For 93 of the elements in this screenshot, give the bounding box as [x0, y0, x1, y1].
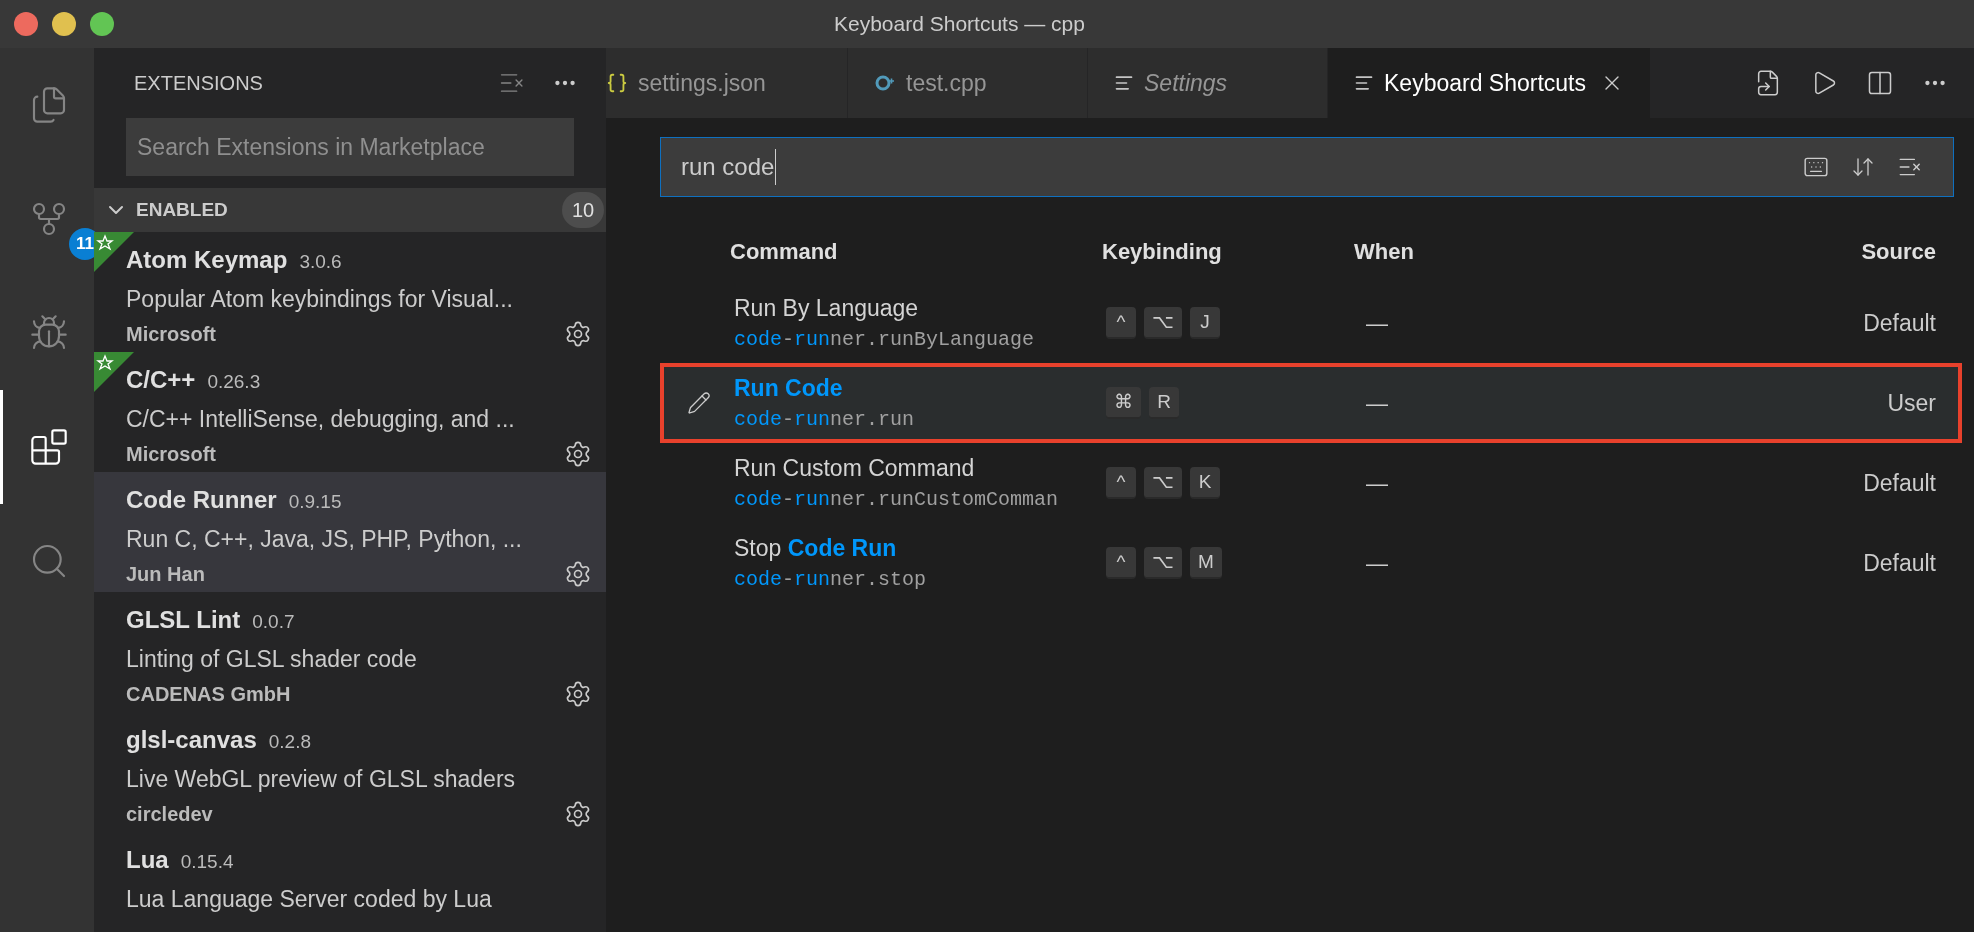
source-cell-text: Default [1863, 548, 1936, 578]
settings-icon[interactable] [564, 799, 592, 828]
extension-item[interactable]: glsl-canvas 0.2.8 Live WebGL preview of GLSL shaders circledev [94, 712, 606, 832]
extension-name: glsl-canvas [126, 725, 257, 755]
extension-version: 3.0.6 [299, 250, 342, 274]
count-badge: 10 [562, 192, 604, 228]
extension-version: 0.0.7 [252, 610, 295, 634]
lines-icon [1354, 73, 1374, 93]
key-cap: J [1190, 307, 1220, 339]
extension-description: Live WebGL preview of GLSL shaders [126, 765, 517, 794]
keybinding-search-field[interactable]: run code [660, 137, 1954, 197]
edit-icon[interactable] [687, 391, 711, 415]
settings-icon[interactable] [564, 439, 592, 468]
extension-item[interactable]: GLSL Lint 0.0.7 Linting of GLSL shader code CADENAS GmbH [94, 592, 606, 712]
window-title: Keyboard Shortcuts — cpp [834, 11, 1085, 38]
extension-publisher: CADENAS GmbH [126, 681, 291, 707]
braces-icon [606, 72, 628, 94]
editor-tab[interactable]: Settings [1088, 48, 1328, 118]
key-cap: ^ [1106, 307, 1136, 339]
shortcut-row[interactable]: Run Code code-runner.run ⌘ R — User [660, 363, 1962, 443]
key-cap: ⌥ [1144, 307, 1182, 339]
key-cap: R [1149, 387, 1179, 419]
when-cell-text: — [1365, 309, 1389, 338]
extension-description: Linting of GLSL shader code [126, 645, 418, 674]
extension-item[interactable]: Code Runner 0.9.15 Run C, C++, Java, JS, PHP, Python, ... Jun Han [94, 472, 606, 592]
column-header: Source [1861, 237, 1936, 266]
when-cell-text: — [1365, 469, 1389, 498]
column-header: When [1354, 237, 1415, 266]
section-header[interactable]: ENABLED 10 [94, 188, 606, 232]
source-cell-text: Default [1863, 308, 1936, 338]
extension-name: Lua [126, 845, 169, 875]
editor-tab[interactable]: Keyboard Shortcuts [1328, 48, 1651, 118]
key-cap: K [1190, 467, 1220, 499]
extension-publisher: circledev [126, 801, 213, 827]
lines-icon [1114, 73, 1134, 93]
settings-icon[interactable] [564, 319, 592, 348]
extension-publisher: Jun Han [126, 561, 205, 587]
key-cap: ^ [1106, 467, 1136, 499]
extension-description: Lua Language Server coded by Lua [126, 885, 493, 914]
shortcut-row[interactable]: Run Custom Command code-runner.runCustomComman ^ ⌥ K — Default [660, 443, 1962, 523]
command-title: Run Custom Command [734, 453, 976, 483]
command-id: code-runner.runByLanguage [734, 327, 1036, 354]
editor-tab[interactable]: settings.json [606, 48, 848, 118]
command-id: code-runner.stop [734, 567, 928, 594]
tab-label: Keyboard Shortcuts [1384, 68, 1586, 98]
shortcut-row[interactable]: Run By Language code-runner.runByLanguage ^ ⌥ J — Default [660, 283, 1962, 363]
source-cell-text: User [1887, 388, 1936, 418]
when-cell-text: — [1365, 549, 1389, 578]
maximize-window-button[interactable] [90, 12, 114, 36]
extension-description: Run C, C++, Java, JS, PHP, Python, ... [126, 525, 523, 554]
extension-version: 0.15.4 [180, 850, 234, 874]
command-title: Stop Code Run [734, 533, 898, 563]
sidebar-title: EXTENSIONS [134, 71, 263, 96]
split-editor-icon[interactable] [1866, 69, 1894, 97]
tab-label: test.cpp [906, 68, 987, 98]
command-title: Run Code [734, 373, 844, 403]
when-cell-text: — [1365, 389, 1389, 418]
shortcut-row[interactable]: Stop Code Run code-runner.stop ^ ⌥ M — Default [660, 523, 1962, 603]
command-id: code-runner.run [734, 407, 916, 434]
source-cell-text: Default [1863, 468, 1936, 498]
minimize-window-button[interactable] [52, 12, 76, 36]
command-title: Run By Language [734, 293, 920, 323]
extension-description: C/C++ IntelliSense, debugging, and ... [126, 405, 516, 434]
search-value: run code [681, 149, 777, 185]
extension-description: Popular Atom keybindings for Visual... [126, 285, 514, 314]
key-cap: ^ [1106, 547, 1136, 579]
key-cap: ⌥ [1144, 547, 1182, 579]
column-header: Keybinding [1102, 237, 1223, 266]
section-label: ENABLED [136, 197, 228, 222]
extension-publisher: Microsoft [126, 441, 216, 467]
settings-icon[interactable] [564, 679, 592, 708]
extension-version: 0.9.15 [288, 490, 342, 514]
extension-item[interactable]: C/C++ 0.26.3 C/C++ IntelliSense, debugging, and ... Microsoft [94, 352, 606, 472]
tab-label: settings.json [638, 68, 766, 98]
extension-name: Atom Keymap [126, 245, 288, 275]
extension-item[interactable]: Lua 0.15.4 Lua Language Server coded by Lua [94, 832, 606, 932]
extension-version: 0.26.3 [207, 370, 261, 394]
key-cap: M [1190, 547, 1222, 579]
key-cap: ⌥ [1144, 467, 1182, 499]
extension-name: C/C++ [126, 365, 196, 395]
command-id: code-runner.runCustomComman [734, 487, 1060, 514]
editor-tab[interactable]: test.cpp [848, 48, 1088, 118]
settings-icon[interactable] [564, 559, 592, 588]
extension-name: GLSL Lint [126, 605, 241, 635]
extension-name: Code Runner [126, 485, 277, 515]
column-header: Command [730, 237, 839, 266]
close-window-button[interactable] [14, 12, 38, 36]
extensions-icon[interactable] [28, 427, 69, 467]
key-cap: ⌘ [1106, 387, 1141, 419]
extension-publisher: Microsoft [126, 321, 216, 347]
extension-version: 0.2.8 [268, 730, 311, 754]
search-field[interactable]: Search Extensions in Marketplace [126, 118, 574, 176]
tab-label: Settings [1144, 68, 1228, 98]
